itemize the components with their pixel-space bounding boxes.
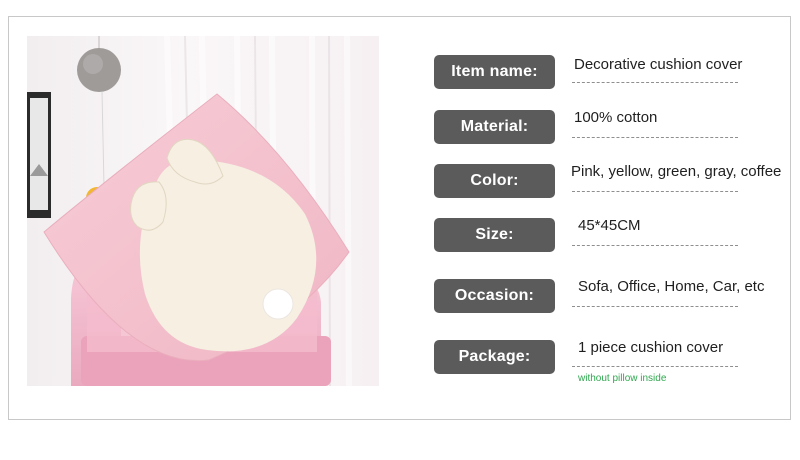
occasion-value: Sofa, Office, Home, Car, etc xyxy=(578,278,765,295)
package-note: without pillow inside xyxy=(578,373,667,384)
divider xyxy=(572,245,738,246)
color-label: Color: xyxy=(434,164,555,198)
occasion-label: Occasion: xyxy=(434,279,555,313)
item-name-label: Item name: xyxy=(434,55,555,89)
divider xyxy=(572,82,738,83)
size-label: Size: xyxy=(434,218,555,252)
material-label: Material: xyxy=(434,110,555,144)
divider xyxy=(572,366,738,367)
size-value: 45*45CM xyxy=(578,217,641,234)
package-label: Package: xyxy=(434,340,555,374)
color-value: Pink, yellow, green, gray, coffee xyxy=(571,163,782,180)
item-name-value: Decorative cushion cover xyxy=(574,56,743,73)
material-value: 100% cotton xyxy=(574,109,658,126)
divider xyxy=(572,306,738,307)
package-value: 1 piece cushion cover xyxy=(578,339,724,356)
product-photo xyxy=(27,36,379,386)
divider xyxy=(572,191,738,192)
divider xyxy=(572,137,738,138)
